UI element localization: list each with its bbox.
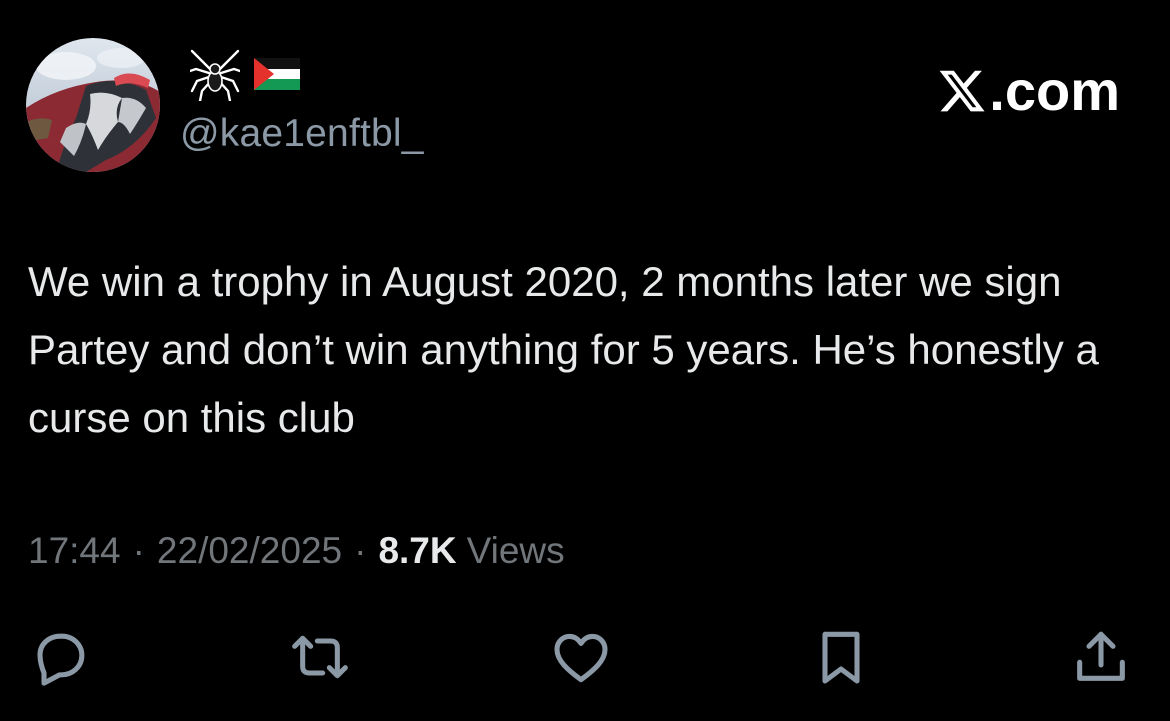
like-button[interactable] — [546, 622, 616, 692]
tweet-card: @kae1enftbl_ .com We win a trophy in Aug… — [0, 0, 1170, 721]
x-logo-icon — [939, 70, 985, 111]
repost-icon — [292, 635, 348, 679]
bookmark-icon — [822, 631, 860, 684]
share-icon — [1077, 631, 1125, 681]
meta-separator: · — [354, 530, 367, 571]
action-bar — [0, 622, 1170, 692]
bookmark-button[interactable] — [806, 622, 876, 692]
tweet-time[interactable]: 17:44 — [28, 530, 121, 572]
share-button[interactable] — [1066, 622, 1136, 692]
views-label: Views — [466, 530, 565, 571]
tweet-date[interactable]: 22/02/2025 — [157, 530, 342, 572]
views-count[interactable]: 8.7K — [378, 530, 456, 572]
brand-watermark: .com — [937, 58, 1120, 123]
brand-label: .com — [989, 59, 1120, 122]
author-handle[interactable]: @kae1enftbl_ — [180, 112, 424, 156]
avatar[interactable] — [26, 38, 160, 172]
meta-separator: · — [132, 530, 145, 571]
spider-emoji — [188, 47, 242, 106]
reply-icon — [37, 633, 85, 686]
reply-button[interactable] — [25, 622, 95, 692]
repost-button[interactable] — [285, 622, 355, 692]
tweet-text: We win a trophy in August 2020, 2 months… — [28, 258, 1099, 441]
display-name[interactable] — [188, 47, 300, 106]
like-icon — [554, 633, 608, 683]
tweet-meta: 17:44 · 22/02/2025 · 8.7K Views — [28, 530, 565, 572]
palestine-flag-emoji — [254, 57, 300, 95]
